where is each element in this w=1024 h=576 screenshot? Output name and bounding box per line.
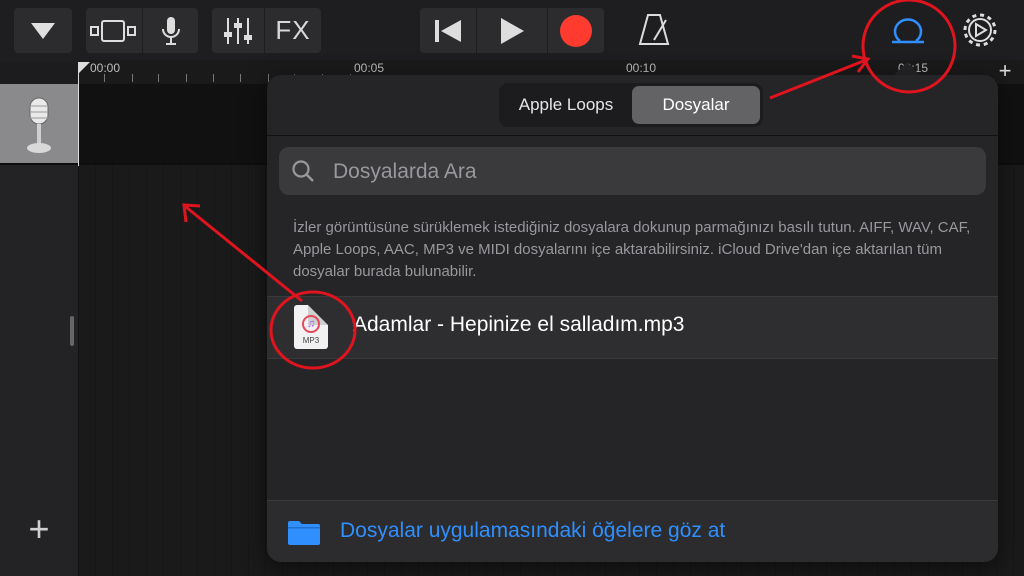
resize-handle[interactable]: [70, 316, 74, 346]
search-bar: [279, 147, 986, 197]
loop-icon: [892, 18, 924, 44]
playhead[interactable]: [78, 62, 79, 166]
add-section-button[interactable]: +: [994, 60, 1016, 82]
fx-button[interactable]: FX: [265, 8, 321, 53]
ruler-label: 00:00: [90, 61, 121, 75]
play-button[interactable]: [477, 8, 547, 53]
record-button[interactable]: [548, 8, 604, 53]
folder-icon: [288, 521, 320, 545]
record-icon: [560, 14, 592, 47]
file-list-item[interactable]: ♫ MP3 Adamlar - Hepinize el salladım.mp3: [267, 296, 998, 359]
browser-segmented-control: Apple Loops Dosyalar: [499, 83, 763, 127]
add-track-button[interactable]: +: [22, 511, 56, 547]
search-input[interactable]: [331, 147, 975, 197]
studio-microphone-icon: [27, 97, 51, 153]
metronome-icon: [638, 14, 670, 45]
divider: [267, 135, 998, 136]
music-file-icon: ♫ MP3: [294, 305, 328, 349]
toolbar: FX: [0, 0, 1024, 62]
browse-files-footer[interactable]: Dosyalar uygulamasındaki öğelere göz at: [267, 500, 998, 562]
search-icon: [292, 160, 314, 182]
tab-apple-loops[interactable]: Apple Loops: [502, 86, 630, 124]
tab-files[interactable]: Dosyalar: [632, 86, 760, 124]
file-type-label: MP3: [302, 336, 320, 345]
file-browser-popover: Apple Loops Dosyalar İzler görüntüsüne s…: [267, 75, 998, 562]
skip-back-icon: [435, 19, 461, 42]
loop-browser-button[interactable]: [890, 14, 926, 51]
browse-files-link[interactable]: Dosyalar uygulamasındaki öğelere göz at: [340, 519, 725, 543]
gear-icon: [963, 13, 997, 47]
mixer-sliders-icon: [224, 17, 252, 44]
triangle-down-icon: [31, 22, 55, 39]
play-icon: [501, 17, 524, 44]
menu-button[interactable]: [14, 8, 72, 53]
metronome-button[interactable]: [638, 12, 672, 51]
track-header-audio[interactable]: [0, 84, 78, 164]
file-name: Adamlar - Hepinize el salladım.mp3: [353, 313, 685, 336]
ruler-label: 00:10: [626, 61, 657, 75]
ruler-label: 00:05: [354, 61, 385, 75]
help-text: İzler görüntüsüne sürüklemek istediğiniz…: [293, 219, 971, 280]
mic-button[interactable]: [143, 8, 198, 53]
playhead-handle[interactable]: [78, 62, 90, 74]
settings-button[interactable]: [962, 12, 998, 53]
go-to-beginning-button[interactable]: [420, 8, 476, 53]
microphone-icon: [161, 16, 180, 45]
tracks-view-icon: [90, 19, 136, 42]
view-toggle-button[interactable]: [86, 8, 142, 53]
popover-arrow: [893, 62, 921, 76]
mixer-button[interactable]: [212, 8, 264, 53]
